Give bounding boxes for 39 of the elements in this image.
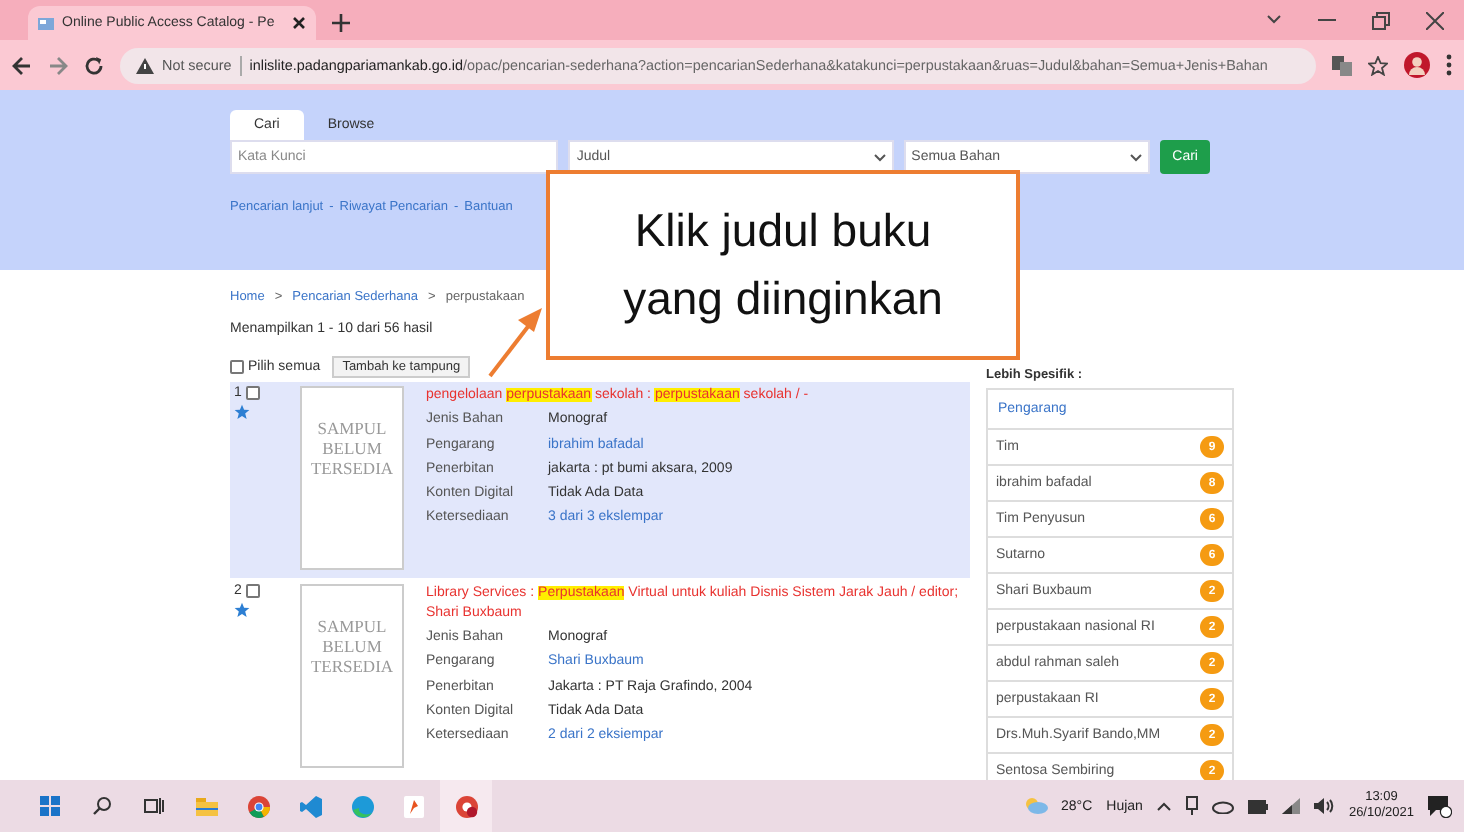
- result-checkbox[interactable]: [245, 386, 260, 400]
- windows-icon[interactable]: [40, 796, 60, 816]
- menu-icon[interactable]: [1446, 54, 1452, 76]
- restore-icon[interactable]: [1372, 11, 1390, 29]
- chrome-profile-icon[interactable]: [455, 795, 477, 817]
- book-cover: SAMPUL BELUM TERSEDIA: [300, 584, 404, 768]
- chrome-icon[interactable]: [247, 795, 269, 817]
- wifi-icon[interactable]: [1282, 798, 1301, 814]
- new-tab-icon[interactable]: [332, 14, 350, 32]
- chevron-icon[interactable]: [1266, 14, 1282, 26]
- app-icon[interactable]: [404, 795, 424, 817]
- callout-text: Klik judul buku yang diinginkan: [621, 202, 945, 328]
- cloud-icon[interactable]: [1212, 799, 1235, 813]
- page-icon: [38, 15, 54, 31]
- star-icon[interactable]: [1368, 55, 1388, 75]
- task-view-icon[interactable]: [144, 796, 164, 816]
- star-icon[interactable]: [234, 602, 250, 618]
- search-icon[interactable]: [92, 796, 112, 816]
- minimize-icon[interactable]: [1318, 18, 1336, 22]
- caret-icon: [1130, 153, 1143, 161]
- code-editor-icon[interactable]: [299, 795, 321, 817]
- result-card[interactable]: [230, 382, 970, 578]
- warning-icon: [136, 57, 154, 73]
- back-icon[interactable]: [12, 55, 32, 75]
- battery-icon[interactable]: [1248, 799, 1269, 813]
- book-cover: SAMPUL BELUM TERSEDIA: [300, 386, 404, 570]
- speaker-icon[interactable]: [1314, 798, 1335, 814]
- star-icon[interactable]: [234, 404, 250, 420]
- translate-icon[interactable]: [1332, 55, 1352, 75]
- callout-arrow: [488, 308, 542, 378]
- result-checkbox[interactable]: [245, 584, 260, 598]
- chevron-up-icon[interactable]: [1156, 801, 1173, 811]
- close-icon[interactable]: [1426, 11, 1444, 29]
- reload-icon[interactable]: [84, 55, 104, 75]
- caret-icon: [873, 153, 886, 161]
- folder-icon[interactable]: [195, 797, 217, 815]
- close-icon[interactable]: [292, 16, 306, 30]
- notification-icon[interactable]: [1428, 795, 1452, 817]
- avatar-icon[interactable]: [1404, 52, 1430, 78]
